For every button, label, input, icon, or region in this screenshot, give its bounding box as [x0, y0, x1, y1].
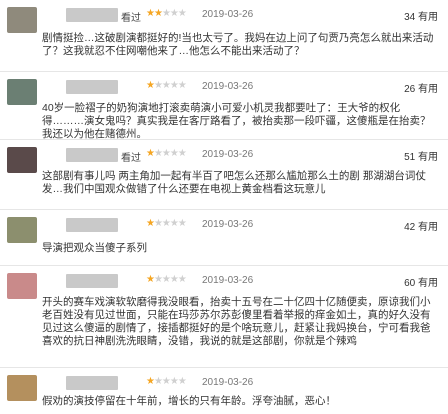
useful-votes[interactable]: 42 有用 — [404, 218, 438, 233]
review-meta: ★★★★★ 2019-03-26 — [66, 376, 438, 390]
review-meta: ★★★★★ 2019-03-26 42 有用 — [66, 218, 438, 233]
useful-votes[interactable]: 51 有用 — [404, 148, 438, 163]
review-item: ★★★★★ 2019-03-26 26 有用 40岁一脸褶子的奶狗演地打滚卖萌演… — [0, 72, 448, 140]
review-date: 2019-03-26 — [202, 275, 254, 286]
avatar[interactable] — [7, 375, 37, 401]
review-text: 剧情挺捡…这破剧演都挺好的!当也太亏了。我妈在边上问了句贾乃亮怎么就出来活动了？… — [42, 32, 434, 57]
review-date: 2019-03-26 — [202, 9, 254, 20]
avatar[interactable] — [7, 79, 37, 105]
review-date: 2019-03-26 — [202, 377, 254, 388]
username-redacted[interactable] — [66, 274, 118, 288]
review-meta: 看过 ★★★★★ 2019-03-26 51 有用 — [66, 148, 438, 164]
review-text: 这部剧有事儿吗 两主角加一起有半百了吧怎么还那么尴尬那么土的剧 那湖湖台词仗发…… — [42, 170, 426, 195]
review-item: 看过 ★★★★★ 2019-03-26 51 有用 这部剧有事儿吗 两主角加一起… — [0, 140, 448, 210]
avatar[interactable] — [7, 7, 37, 33]
useful-votes[interactable]: 60 有用 — [404, 274, 438, 289]
review-meta: ★★★★★ 2019-03-26 26 有用 — [66, 80, 438, 95]
username-redacted[interactable] — [66, 218, 118, 232]
review-list: 看过 ★★★★★ 2019-03-26 34 有用 剧情挺捡…这破剧演都挺好的!… — [0, 0, 448, 414]
watch-status: 看过 — [121, 153, 141, 164]
watch-status: 看过 — [121, 13, 141, 24]
username-redacted[interactable] — [66, 8, 118, 22]
review-meta: ★★★★★ 2019-03-26 60 有用 — [66, 274, 438, 289]
review-item: ★★★★★ 2019-03-26 60 有用 开头的赛车戏演软软磨得我没眼看，抬… — [0, 266, 448, 368]
review-item: ★★★★★ 2019-03-26 42 有用 导演把观众当傻子系列 — [0, 210, 448, 266]
rating-stars: ★★★★★ — [146, 218, 187, 229]
useful-votes[interactable]: 34 有用 — [404, 8, 438, 23]
review-date: 2019-03-26 — [202, 149, 254, 160]
avatar[interactable] — [7, 273, 37, 299]
review-date: 2019-03-26 — [202, 81, 254, 92]
avatar[interactable] — [7, 217, 37, 243]
review-text: 导演把观众当傻子系列 — [42, 242, 147, 254]
avatar[interactable] — [7, 147, 37, 173]
username-redacted[interactable] — [66, 148, 118, 162]
rating-stars: ★★★★★ — [146, 80, 187, 91]
username-redacted[interactable] — [66, 80, 118, 94]
review-meta: 看过 ★★★★★ 2019-03-26 34 有用 — [66, 8, 438, 24]
review-text: 假劝的演技停留在十年前，增长的只有年龄。浮夸油腻，恶心！ — [42, 395, 336, 407]
review-text: 40岁一脸褶子的奶狗演地打滚卖萌演小可爱小机灵我都要吐了：王大爷的权化得………演… — [42, 102, 431, 140]
review-item: 看过 ★★★★★ 2019-03-26 34 有用 剧情挺捡…这破剧演都挺好的!… — [0, 0, 448, 72]
useful-votes[interactable]: 26 有用 — [404, 80, 438, 95]
rating-stars: ★★★★★ — [146, 148, 187, 159]
rating-stars: ★★★★★ — [146, 8, 187, 19]
username-redacted[interactable] — [66, 376, 118, 390]
rating-stars: ★★★★★ — [146, 274, 187, 285]
rating-stars: ★★★★★ — [146, 376, 187, 387]
review-date: 2019-03-26 — [202, 219, 254, 230]
review-text: 开头的赛车戏演软软磨得我没眼看，抬卖十五号在二十亿四十亿随便卖，原谅我们小老百姓… — [42, 296, 431, 347]
review-item: ★★★★★ 2019-03-26 假劝的演技停留在十年前，增长的只有年龄。浮夸油… — [0, 368, 448, 414]
